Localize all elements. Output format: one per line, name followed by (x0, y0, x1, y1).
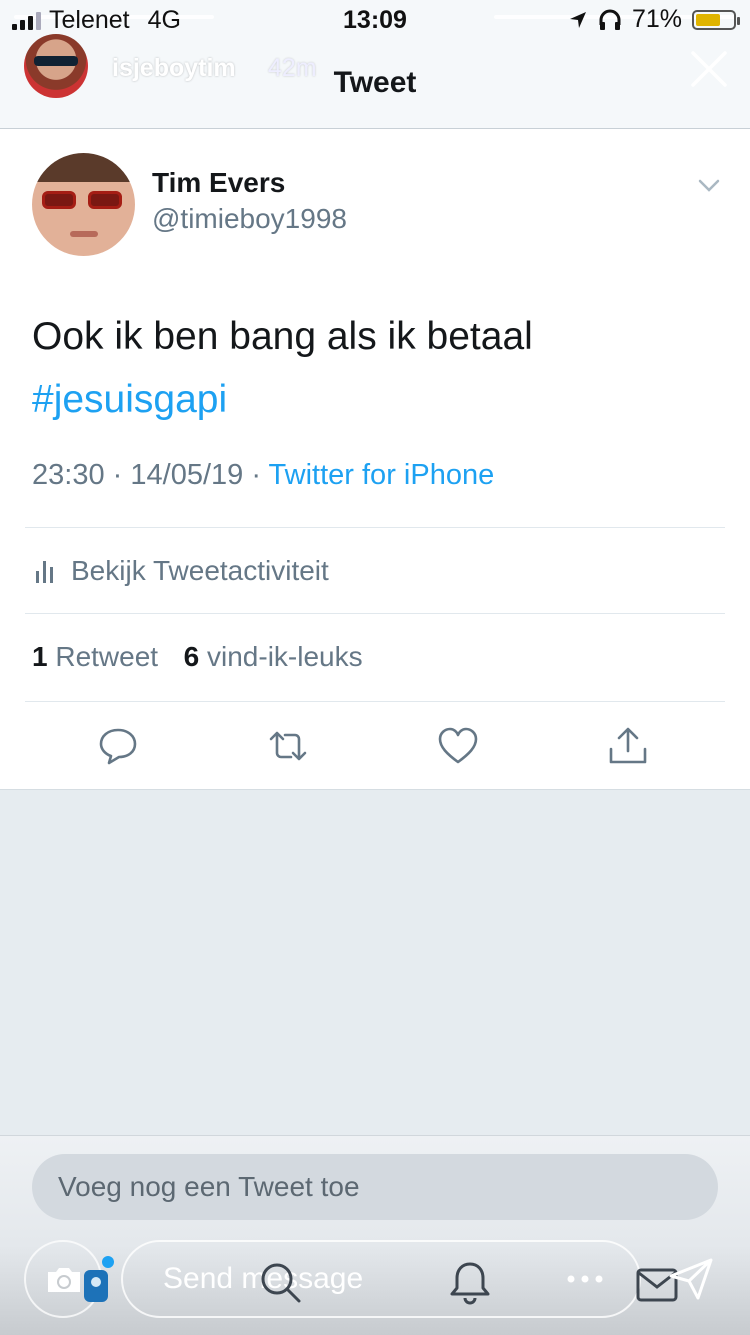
author-avatar[interactable] (32, 153, 135, 256)
camera-button[interactable] (24, 1240, 114, 1318)
status-right: 71% (568, 5, 740, 34)
add-tweet-input[interactable]: Voeg nog een Tweet toe (32, 1154, 718, 1220)
send-icon[interactable] (668, 1256, 714, 1302)
search-icon (261, 1263, 301, 1303)
chevron-down-icon[interactable] (698, 179, 720, 193)
retweet-stat[interactable]: 1 Retweet (32, 641, 158, 672)
more-options-icon (567, 1275, 603, 1283)
share-icon[interactable] (607, 725, 649, 767)
author-name[interactable]: Tim Evers (152, 167, 285, 199)
like-count: 6 (183, 641, 200, 672)
reply-icon[interactable] (97, 725, 139, 767)
tweet-actions (0, 725, 750, 767)
like-label: vind-ik-leuks (207, 641, 363, 672)
tweet-source-link[interactable]: Twitter for iPhone (269, 459, 495, 491)
battery-icon (692, 9, 740, 30)
divider (25, 527, 725, 528)
close-icon[interactable] (690, 50, 728, 88)
tweet-card: Tim Evers @timieboy1998 Ook ik ben bang … (0, 129, 750, 790)
add-tweet-placeholder: Voeg nog een Tweet toe (58, 1171, 360, 1202)
meta-separator: · (112, 459, 123, 491)
tweet-meta: 23:30 · 14/05/19 · Twitter for iPhone (32, 459, 494, 492)
top-bar: isjeboytim 42m Tweet (0, 34, 750, 129)
camera-icon (48, 1268, 80, 1292)
tweet-hashtag[interactable]: #jesuisgapi (32, 368, 722, 431)
headphones-icon (599, 9, 621, 30)
dm-person-icon (84, 1256, 114, 1302)
meta-separator: · (251, 459, 261, 491)
notifications-icon (450, 1262, 490, 1305)
tweet-activity-link[interactable]: Bekijk Tweetactiviteit (36, 555, 329, 587)
send-message-input[interactable]: Send message (121, 1240, 641, 1318)
divider (25, 613, 725, 614)
tweet-time: 23:30 (32, 459, 105, 491)
tweet-date: 14/05/19 (130, 459, 244, 491)
retweet-label: Retweet (55, 641, 159, 672)
like-icon[interactable] (437, 725, 479, 767)
retweet-icon[interactable] (267, 725, 309, 767)
page-title: Tweet (333, 66, 417, 99)
author-handle[interactable]: @timieboy1998 (152, 203, 347, 235)
divider (25, 701, 725, 702)
tweet-body: Ook ik ben bang als ik betaal (32, 315, 533, 358)
battery-percent: 71% (631, 5, 682, 33)
tweet-activity-label: Bekijk Tweetactiviteit (71, 555, 329, 586)
like-stat[interactable]: 6 vind-ik-leuks (184, 641, 363, 672)
status-bar: Telenet 4G 13:09 71% (0, 0, 750, 40)
analytics-icon (36, 559, 53, 583)
tweet-text: Ook ik ben bang als ik betaal #jesuisgap… (32, 305, 722, 431)
tweet-stats: 1 Retweet 6 vind-ik-leuks (32, 641, 363, 673)
footer: Voeg nog een Tweet toe Send message (0, 1135, 750, 1335)
location-arrow-icon (569, 11, 586, 28)
retweet-count: 1 (32, 641, 48, 672)
